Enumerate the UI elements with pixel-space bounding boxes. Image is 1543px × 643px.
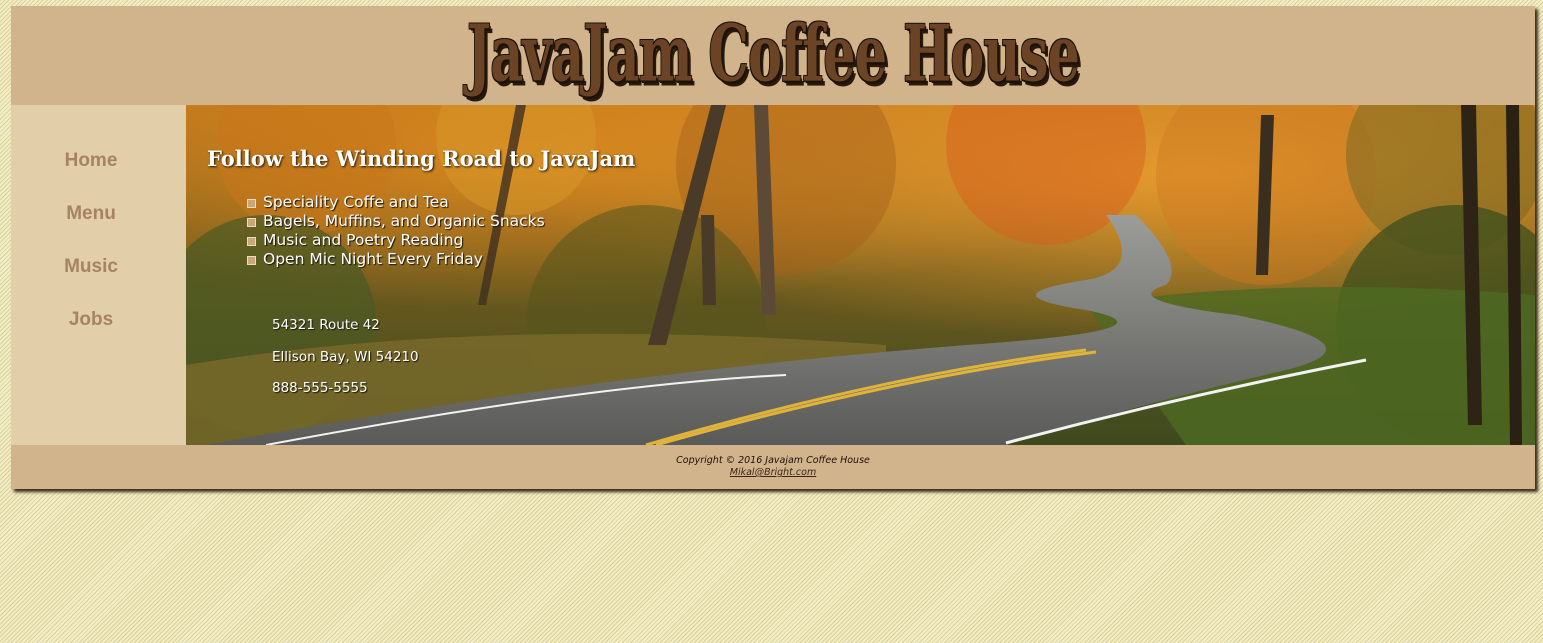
feature-text: Speciality Coffe and Tea: [263, 193, 449, 211]
hero-heading: Follow the Winding Road to JavaJam: [207, 146, 636, 171]
copyright-text: Copyright © 2016 Javajam Coffee House: [676, 455, 870, 466]
phone-number: 888-555-5555: [272, 380, 368, 396]
feature-item: Speciality Coffe and Tea: [246, 193, 545, 212]
address-street: 54321 Route 42: [272, 317, 380, 333]
feature-list: Speciality Coffe and Tea Bagels, Muffins…: [246, 193, 545, 269]
site-logo[interactable]: JavaJam Coffee House: [148, 8, 1398, 99]
nav-link-menu[interactable]: Menu: [11, 203, 171, 225]
main-nav: Home Menu Music Jobs: [11, 105, 186, 445]
page-wrapper: JavaJam Coffee House Home Menu Music Job…: [11, 6, 1535, 489]
hero-section: Follow the Winding Road to JavaJam Speci…: [186, 105, 1535, 445]
square-bullet-icon: [247, 199, 256, 208]
nav-link-jobs[interactable]: Jobs: [11, 309, 171, 331]
square-bullet-icon: [247, 256, 256, 265]
feature-text: Open Mic Night Every Friday: [263, 250, 483, 268]
square-bullet-icon: [247, 218, 256, 227]
address-city: Ellison Bay, WI 54210: [272, 348, 419, 365]
nav-link-home[interactable]: Home: [11, 150, 171, 172]
square-bullet-icon: [247, 237, 256, 246]
feature-item: Music and Poetry Reading: [246, 231, 545, 250]
nav-link-music[interactable]: Music: [11, 256, 171, 278]
email-link[interactable]: Mikal@Bright.com: [11, 467, 1535, 478]
feature-text: Bagels, Muffins, and Organic Snacks: [263, 212, 545, 230]
footer: Copyright © 2016 Javajam Coffee House Mi…: [11, 445, 1535, 489]
address-block: 54321 Route 42 Ellison Bay, WI 54210 888…: [272, 317, 419, 412]
hero-content: Follow the Winding Road to JavaJam Speci…: [186, 105, 1535, 445]
feature-text: Music and Poetry Reading: [263, 231, 464, 249]
feature-item: Bagels, Muffins, and Organic Snacks: [246, 212, 545, 231]
header: JavaJam Coffee House: [11, 6, 1535, 105]
feature-item: Open Mic Night Every Friday: [246, 250, 545, 269]
